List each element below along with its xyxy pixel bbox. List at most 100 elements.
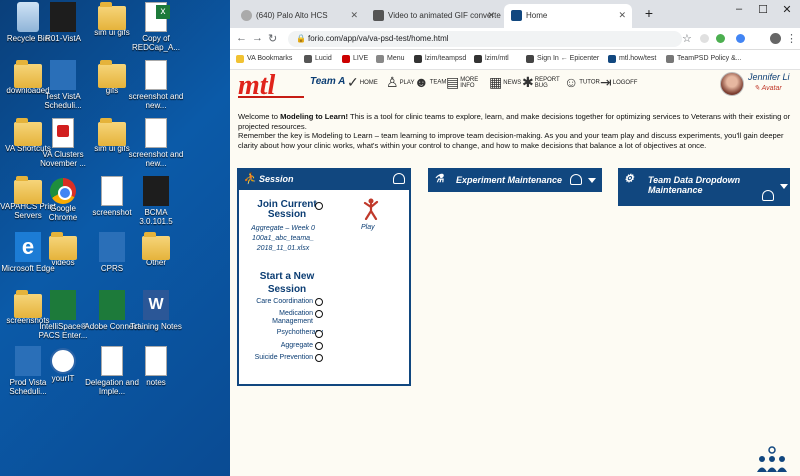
bookmark-lzim-mtl[interactable]: lzim/mtl [474,55,509,63]
close-window-button[interactable]: ✕ [776,3,798,16]
forward-icon[interactable]: → [252,32,263,44]
nav-logoff[interactable]: ⇥LOGOFF [600,74,637,91]
avatar-link[interactable]: ✎ Avatar [754,84,782,92]
team-data-maintenance-header[interactable]: ⚙ Team Data Dropdown Maintenance [618,168,790,206]
minimize-button[interactable]: – [728,3,750,15]
user-name: Jennifer Li [748,72,790,82]
team-icon: ☻ [414,74,429,90]
bookmark-mtl-how-test[interactable]: mtl.how/test [608,55,656,63]
desktop-icon[interactable]: IntelliSpace® PACS Enter... [35,290,91,340]
nav-news[interactable]: ▦NEWS [489,74,521,91]
nav-tutor[interactable]: ☺TUTOR [564,74,600,90]
bookmark-epicenter[interactable]: Sign In ← Epicenter [526,55,599,63]
document-icon [101,346,123,376]
extension-icon[interactable] [700,34,709,43]
care-coordination-radio[interactable] [315,298,323,306]
tab-title: Video to animated GIF converter [388,11,501,20]
desktop-icon-label: screenshot and new... [128,92,184,110]
folder-icon [49,232,77,260]
menu-icon[interactable]: ⋮ [786,32,797,45]
desktop-icon[interactable]: BCMA 3.0.101.5 [128,176,184,226]
desktop-icon[interactable]: Copy of REDCap_A... [128,2,184,52]
vista-scheduling-icon [50,60,76,90]
desktop-icon-label: BCMA 3.0.101.5 [139,208,173,226]
desktop-icon[interactable]: yourIT [35,346,91,383]
medication-management-radio[interactable] [315,310,323,318]
session-file-info: Aggregate – Week 0 100a1_abc_teama_ 2018… [251,225,315,252]
address-bar: ← → ↻ 🔒 forio.com/app/va/va-psd-test/hom… [230,28,800,50]
desktop-icon-label: VA Clusters November ... [40,150,86,168]
nav-more-info[interactable]: ▤MORE INFO [446,74,486,91]
page-icon [373,10,384,21]
session-panel-header: ⛹ Session [237,168,411,190]
extension-icon[interactable] [736,34,745,43]
mtl-logo[interactable]: mtl [238,70,305,102]
extension-icon[interactable] [716,34,725,43]
join-session-radio[interactable] [315,202,323,210]
flask-icon: ⚗ [434,173,444,185]
suicide-prevention-radio[interactable] [315,354,323,362]
tab-home[interactable]: Home ✕ [504,4,632,28]
desktop-icon[interactable]: screenshot and new... [128,60,184,110]
desktop-icon[interactable]: notes [128,346,184,387]
option-aggregate-label: Aggregate [280,342,313,349]
desktop-icon-label: screenshot and new... [128,150,184,168]
user-group-icon[interactable] [393,173,405,184]
user-profile[interactable]: Jennifer Li ✎ Avatar [720,72,794,102]
nav-team[interactable]: ☻TEAM [414,74,446,90]
url-field[interactable]: 🔒 forio.com/app/va/va-psd-test/home.html [288,31,682,47]
nav-home[interactable]: ✓HOME [347,74,378,91]
desktop-icon[interactable]: Other [128,232,184,267]
tab-title: Home [526,11,548,20]
folder-icon [142,232,170,260]
vista-shortcut-icon [50,2,76,32]
reload-icon[interactable]: ↻ [268,32,277,45]
back-icon[interactable]: ← [236,32,247,44]
bookmark-lzim-teampsd[interactable]: lzim/teampsd [414,55,466,63]
play-label[interactable]: Play [361,224,375,231]
chevron-down-icon [780,184,788,189]
desktop-icon[interactable]: VA Clusters November ... [35,118,91,168]
community-icon[interactable] [754,446,790,474]
close-tab-icon[interactable]: ✕ [350,10,358,21]
tab-gif-converter[interactable]: Video to animated GIF converter ✕ [366,4,501,28]
folder-icon [98,60,126,88]
desktop-icon-label: IntelliSpace® PACS Enter... [38,322,88,340]
bookmark-live[interactable]: LIVE [342,55,368,63]
desktop-icon[interactable]: Test VistA Scheduli... [35,60,91,110]
experiment-maintenance-header[interactable]: ⚗ Experiment Maintenance [428,168,602,192]
maximize-button[interactable]: ☐ [752,3,774,16]
new-tab-button[interactable]: + [638,5,660,21]
desktop-icon-label: Copy of REDCap_A... [131,34,181,52]
bookmark-lucid[interactable]: Lucid [304,55,332,63]
nav-play[interactable]: ♙PLAY [386,74,414,91]
desktop-icon[interactable]: R01-VistA [35,2,91,43]
desktop-icon[interactable]: videos [35,232,91,267]
play-icon[interactable] [361,198,381,220]
close-tab-icon[interactable]: ✕ [618,10,626,21]
bookmark-menu[interactable]: Menu [376,55,405,63]
bookmark-teampsd-policy[interactable]: TeamPSD Policy &... [666,55,742,63]
news-icon: ▦ [489,74,503,90]
image-file-icon [101,176,123,206]
desktop-icon[interactable]: screenshot and new... [128,118,184,168]
desktop-icon[interactable]: Google Chrome [35,176,91,222]
desktop-icon[interactable]: W Training Notes [128,290,184,331]
psychotherapy-radio[interactable] [315,330,323,338]
tab-title: (640) Palo Alto HCS [256,11,328,20]
close-tab-icon[interactable]: ✕ [487,10,495,21]
globe-icon [241,10,252,21]
browser-window: (640) Palo Alto HCS ✕ Video to animated … [230,0,800,476]
tab-palo-alto[interactable]: (640) Palo Alto HCS ✕ [234,4,364,28]
desktop-icon-label: notes [146,378,166,387]
star-icon[interactable]: ☆ [682,32,692,45]
nav-report-bug[interactable]: ✱REPORT BUG [522,74,562,91]
bookmarks-bar: VA Bookmarks Lucid LIVE Menu lzim/teamps… [230,50,800,70]
profile-icon[interactable] [770,33,781,44]
image-file-icon [145,60,167,90]
bookmark-va-bookmarks[interactable]: VA Bookmarks [236,55,292,63]
intro-text: Welcome to Modeling to Learn! This is a … [238,112,791,151]
avatar[interactable] [720,72,744,96]
start-session-title: Start a New Session [259,271,315,295]
aggregate-radio[interactable] [315,342,323,350]
